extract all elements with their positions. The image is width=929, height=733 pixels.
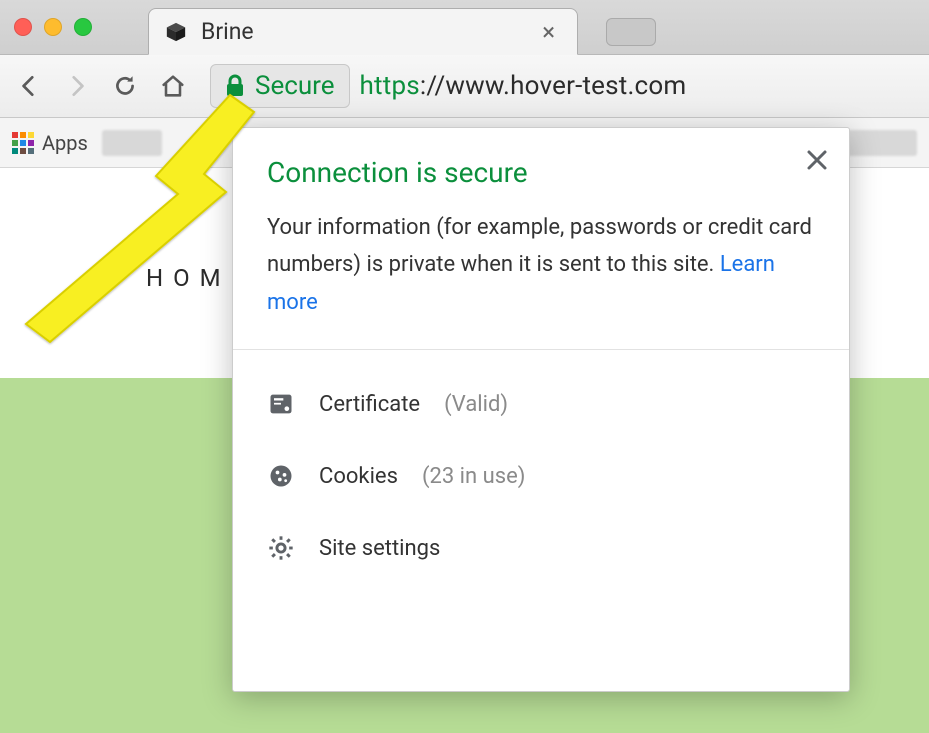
cookies-label: Cookies xyxy=(319,464,398,489)
tab-favicon xyxy=(165,21,187,43)
close-icon xyxy=(806,149,828,171)
new-tab-button[interactable] xyxy=(606,18,656,46)
apps-label: Apps xyxy=(42,131,88,155)
cookie-icon xyxy=(267,462,295,490)
secure-label: Secure xyxy=(255,71,335,101)
popup-title: Connection is secure xyxy=(267,156,815,189)
window-minimize-button[interactable] xyxy=(44,18,62,36)
site-settings-row[interactable]: Site settings xyxy=(233,512,849,584)
toolbar: Secure https://www.hover-test.com xyxy=(0,55,929,118)
browser-tab[interactable]: Brine × xyxy=(148,8,578,55)
certificate-row[interactable]: Certificate (Valid) xyxy=(233,368,849,440)
gear-icon xyxy=(267,534,295,562)
url-scheme: https xyxy=(360,71,420,101)
url-rest: ://www.hover-test.com xyxy=(420,71,687,101)
reload-button[interactable] xyxy=(108,69,142,103)
window-controls xyxy=(14,18,92,36)
popup-description: Your information (for example, passwords… xyxy=(267,209,815,321)
certificate-icon xyxy=(267,390,295,418)
back-button[interactable] xyxy=(12,69,46,103)
apps-shortcut[interactable]: Apps xyxy=(12,131,88,155)
certificate-status: (Valid) xyxy=(444,392,508,417)
cookies-count: (23 in use) xyxy=(422,464,525,489)
url-text: https://www.hover-test.com xyxy=(360,71,687,101)
window-zoom-button[interactable] xyxy=(74,18,92,36)
popup-close-button[interactable] xyxy=(799,142,835,178)
security-indicator[interactable]: Secure xyxy=(210,64,350,108)
certificate-label: Certificate xyxy=(319,392,420,417)
lock-icon xyxy=(225,74,245,98)
apps-icon xyxy=(12,132,34,154)
address-bar[interactable]: Secure https://www.hover-test.com xyxy=(210,64,917,108)
tab-strip: Brine × xyxy=(0,0,929,55)
tab-title: Brine xyxy=(201,18,536,45)
site-settings-label: Site settings xyxy=(319,536,440,561)
home-button[interactable] xyxy=(156,69,190,103)
cookies-row[interactable]: Cookies (23 in use) xyxy=(233,440,849,512)
bookmark-item[interactable] xyxy=(102,130,162,156)
window-close-button[interactable] xyxy=(14,18,32,36)
forward-button[interactable] xyxy=(60,69,94,103)
tab-close-button[interactable]: × xyxy=(536,18,561,46)
site-info-popup: Connection is secure Your information (f… xyxy=(232,127,850,692)
